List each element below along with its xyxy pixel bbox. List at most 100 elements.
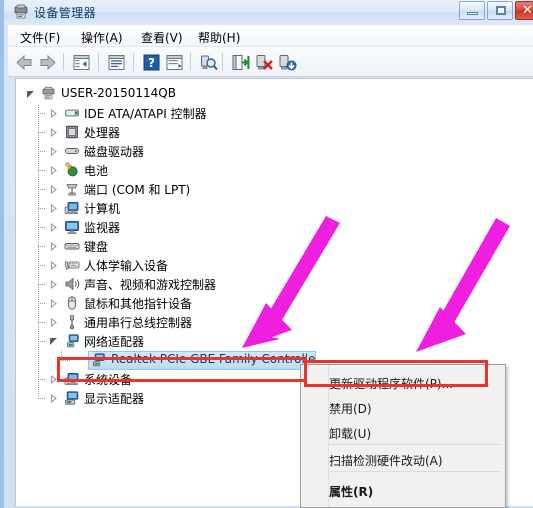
tree-label-battery: 电池: [84, 164, 109, 178]
minimize-button[interactable]: [459, 1, 485, 20]
tree-hline: [38, 322, 46, 323]
context-menu-separator-2: [329, 471, 501, 472]
computer-node-icon: [64, 202, 79, 215]
keyboard-icon: [64, 243, 80, 250]
expand-arrow-closed-icon[interactable]: [49, 375, 58, 384]
toolbar-separator-1: [63, 53, 64, 71]
expand-arrow-closed-icon[interactable]: [49, 185, 58, 194]
toolbar-separator-2: [98, 53, 99, 71]
tree-child-hline: [61, 360, 71, 361]
back-icon[interactable]: [14, 52, 35, 73]
tree-label-sound: 声音、视频和游戏控制器: [84, 278, 217, 292]
expand-arrow-closed-icon[interactable]: [49, 223, 58, 232]
tree-trunk-line: [38, 105, 39, 397]
expand-arrow-closed-icon[interactable]: [49, 166, 58, 175]
menu-view[interactable]: 查看(V): [137, 28, 187, 47]
expand-arrow-closed-icon[interactable]: [49, 261, 58, 270]
tree-child-vline: [61, 350, 62, 360]
tree-hline: [38, 398, 46, 399]
tree-hline: [38, 265, 46, 266]
expand-arrow-closed-icon[interactable]: [49, 280, 58, 289]
forward-icon[interactable]: [37, 52, 58, 73]
menu-file[interactable]: 文件(F): [16, 28, 64, 47]
expand-arrow-open-icon[interactable]: [26, 90, 35, 99]
tree-label-disk: 磁盘驱动器: [84, 145, 145, 159]
expand-arrow-closed-icon[interactable]: [49, 109, 58, 118]
tree-label-monitor: 监视器: [84, 221, 121, 235]
tree-label-realtek: Realtek PCIe GBE Family Controlle: [111, 352, 316, 366]
expand-arrow-closed-icon[interactable]: [49, 242, 58, 251]
expand-arrow-closed-icon[interactable]: [49, 299, 58, 308]
ctx-uninstall[interactable]: 卸载(U): [329, 425, 505, 442]
update-driver-icon[interactable]: [230, 52, 251, 73]
tree-hline: [38, 132, 46, 133]
disk-drive-icon: [65, 148, 79, 154]
expand-arrow-closed-icon[interactable]: [49, 147, 58, 156]
help-icon[interactable]: ?: [141, 52, 162, 73]
tree-hline: [38, 208, 46, 209]
menu-help[interactable]: 帮助(H): [194, 28, 244, 47]
tree-label-computer: 计算机: [84, 202, 121, 216]
view-icon[interactable]: [164, 52, 185, 73]
expand-arrow-closed-icon[interactable]: [49, 318, 58, 327]
menu-bar: 文件(F) 操作(A) 查看(V) 帮助(H): [8, 25, 533, 47]
maximize-button[interactable]: [487, 1, 513, 20]
maximize-icon: [496, 6, 506, 15]
tree-hline: [38, 303, 46, 304]
tree-label-processor: 处理器: [84, 126, 121, 140]
context-menu-separator-1: [329, 444, 501, 445]
display-adapter-icon: [65, 391, 79, 405]
menu-action[interactable]: 操作(A): [77, 28, 127, 47]
tree-hline: [38, 151, 46, 152]
tree-hline: [38, 113, 46, 114]
mouse-icon: [68, 296, 76, 310]
tree-label-hid: 人体学输入设备: [84, 259, 169, 273]
device-manager-icon: [14, 4, 28, 19]
tree-label-system-devices: 系统设备: [84, 373, 133, 387]
system-device-icon: [64, 373, 79, 386]
tree-hline: [38, 170, 46, 171]
tree-label-ports: 端口 (COM 和 LPT): [84, 183, 191, 197]
enable-device-icon[interactable]: [276, 52, 297, 73]
computer-icon: [42, 86, 55, 100]
expand-arrow-closed-icon[interactable]: [49, 128, 58, 137]
ide-controller-icon: [65, 109, 79, 117]
expand-arrow-closed-icon[interactable]: [49, 394, 58, 403]
port-icon: [66, 184, 78, 196]
hid-icon: [65, 261, 80, 270]
show-hide-console-tree-icon[interactable]: [71, 52, 92, 73]
tree-label-network-adapters: 网络适配器: [84, 335, 145, 349]
close-button[interactable]: ✕: [515, 1, 533, 20]
processor-icon: [66, 125, 78, 139]
usb-icon: [69, 315, 75, 330]
monitor-icon: [65, 221, 79, 235]
toolbar-separator-4: [190, 53, 191, 71]
context-menu[interactable]: 更新驱动程序软件(P)... 禁用(D) 卸载(U) 扫描检测硬件改动(A) 属…: [300, 364, 506, 508]
ctx-disable[interactable]: 禁用(D): [329, 400, 505, 417]
tree-hline: [38, 379, 46, 380]
ctx-update-driver[interactable]: 更新驱动程序软件(P)...: [329, 375, 505, 392]
tree-label-ide: IDE ATA/ATAPI 控制器: [84, 107, 207, 121]
tree-hline: [38, 227, 46, 228]
tree-label-usb: 通用串行总线控制器: [84, 316, 193, 330]
tree-hline: [38, 246, 46, 247]
tree-label-display-adapters: 显示适配器: [84, 392, 145, 406]
ctx-scan-hardware[interactable]: 扫描检测硬件改动(A): [329, 452, 505, 469]
title-bar[interactable]: 设备管理器 ✕: [4, 0, 533, 25]
window-title: 设备管理器: [34, 6, 97, 20]
properties-icon[interactable]: [106, 52, 127, 73]
expand-arrow-open-icon[interactable]: [49, 337, 58, 346]
toolbar-separator-5: [222, 53, 223, 71]
uninstall-device-icon[interactable]: [253, 52, 274, 73]
tree-hline: [38, 189, 46, 190]
expand-arrow-closed-icon[interactable]: [49, 204, 58, 213]
tree-hline: [38, 284, 46, 285]
toolbar-separator-3: [133, 53, 134, 71]
toolbar: ?: [8, 47, 533, 77]
minimize-icon: [467, 12, 478, 15]
ctx-properties[interactable]: 属性(R): [329, 483, 505, 500]
scan-hardware-changes-icon[interactable]: [198, 52, 219, 73]
sound-icon: [65, 277, 80, 291]
network-device-icon: [93, 353, 105, 367]
close-icon: ✕: [522, 3, 533, 18]
